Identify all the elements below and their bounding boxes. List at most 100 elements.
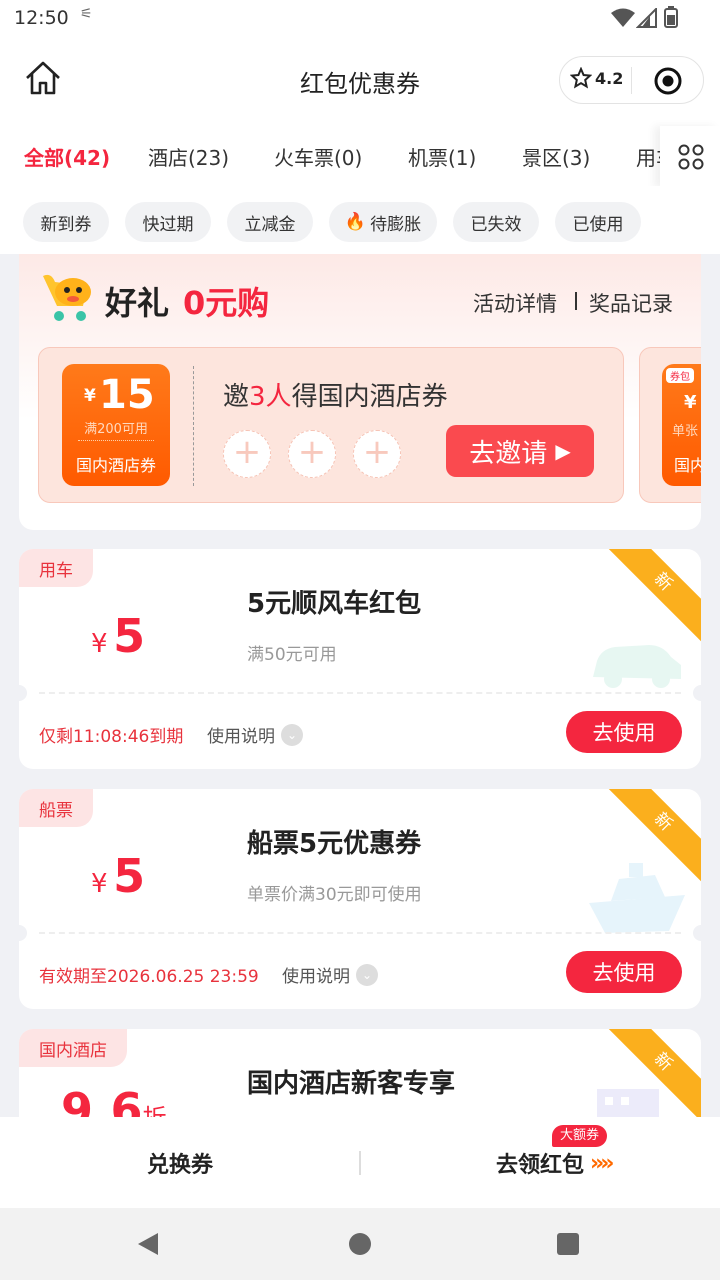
filter-chips: 新到券 快过期 立减金 🔥 待膨胀 已失效 已使用 — [0, 186, 720, 254]
invite-divider — [193, 366, 194, 486]
promo-title: 好礼 — [105, 284, 170, 322]
coupon-unit: 折 — [143, 1104, 167, 1117]
get-red-packet-button[interactable]: 去领红包 »» — [496, 1147, 615, 1179]
capsule-menu: 4.2 — [559, 56, 704, 104]
tab-train[interactable]: 火车票(0) — [274, 142, 362, 171]
coupon-tag: 国内酒店 — [19, 1029, 127, 1067]
prize-records-link[interactable]: 奖品记录 — [589, 288, 673, 318]
rating-button[interactable]: 4.2 — [570, 67, 623, 89]
ship-watermark-icon — [589, 863, 685, 933]
settings-status-icon: ⚟ — [80, 6, 93, 22]
use-button[interactable]: 去使用 — [566, 711, 682, 753]
mascot-cart-icon — [43, 274, 91, 321]
tabs-more-button[interactable] — [660, 126, 720, 188]
coupon-card[interactable]: 国内酒店 新 9.6折 国内酒店新客专享 — [19, 1029, 701, 1117]
filter-instant-discount[interactable]: 立减金 — [227, 202, 313, 242]
ticket-divider — [78, 440, 154, 441]
invite-suffix: 得国内酒店券 — [291, 382, 448, 412]
invite-slot-add[interactable]: + — [353, 430, 401, 478]
ticket-pack-tag: 券包 — [666, 368, 694, 383]
ticket-name: 国内酒店券 — [75, 456, 156, 475]
next-invite-card[interactable]: 券包 ¥ 单张 国内 — [639, 347, 701, 503]
category-tabs: 全部(42) 酒店(23) 火车票(0) 机票(1) 景区(3) 用车 — [0, 126, 720, 188]
signal-icon — [636, 8, 657, 28]
card-divider — [39, 692, 681, 694]
coupon-currency: ¥ — [91, 629, 108, 659]
invite-slot-add[interactable]: + — [288, 430, 336, 478]
invite-button-label: 去邀请 — [469, 438, 548, 469]
invite-button[interactable]: 去邀请 ▶ — [446, 425, 594, 477]
invite-text: 邀3人得国内酒店券 — [223, 376, 448, 413]
tab-flight[interactable]: 机票(1) — [408, 142, 476, 171]
chevron-down-icon: ⌄ — [281, 723, 303, 746]
coupon-currency: ¥ — [91, 869, 108, 899]
coupon-subtitle: 满50元可用 — [247, 645, 337, 665]
coupon-amount: 5 — [113, 849, 146, 903]
filter-new[interactable]: 新到券 — [23, 202, 109, 242]
coupon-title: 5元顺风车红包 — [247, 589, 422, 619]
filter-expiring[interactable]: 快过期 — [125, 202, 211, 242]
invite-slot-add[interactable]: + — [223, 430, 271, 478]
big-coupon-badge: 大额券 — [552, 1125, 608, 1147]
usage-label: 使用说明 — [207, 727, 275, 747]
coupon-card[interactable]: 用车 新 ¥ 5 5元顺风车红包 满50元可用 仅剩11:08:46到期 使用说… — [19, 549, 701, 769]
play-arrow-icon: ▶ — [555, 439, 571, 463]
hotel-coupon-ticket: ¥ 15 满200可用 国内酒店券 — [62, 364, 170, 486]
wifi-icon — [611, 8, 635, 27]
status-time: 12:50 — [14, 7, 69, 29]
ticket-condition: 满200可用 — [84, 422, 148, 437]
coupon-expiry: 有效期至2026.06.25 23:59 — [39, 967, 259, 987]
nav-bar: 红包优惠券 4.2 — [0, 36, 720, 126]
chevrons-right-icon: »» — [590, 1150, 615, 1176]
ticket-amount: 15 — [99, 372, 155, 418]
coupon-price: ¥ 5 — [91, 849, 145, 903]
link-divider — [575, 292, 577, 310]
tab-all[interactable]: 全部(42) — [24, 142, 110, 171]
star-icon — [570, 67, 592, 89]
invite-count: 3人 — [249, 382, 292, 412]
usage-label: 使用说明 — [282, 967, 350, 987]
next-coupon-ticket: 券包 ¥ 单张 国内 — [662, 364, 701, 486]
chevron-down-icon: ⌄ — [356, 963, 378, 986]
coupon-tag: 船票 — [19, 789, 93, 827]
activity-details-link[interactable]: 活动详情 — [473, 288, 557, 318]
coupon-amount: 5 — [113, 609, 146, 663]
system-nav-bar — [0, 1208, 720, 1280]
usage-instructions[interactable]: 使用说明 ⌄ — [207, 722, 303, 747]
exchange-coupon-button[interactable]: 兑换券 — [0, 1147, 360, 1179]
grid-menu-icon — [678, 144, 704, 170]
tab-scenic[interactable]: 景区(3) — [522, 142, 590, 171]
invite-card: ¥ 15 满200可用 国内酒店券 邀3人得国内酒店券 + + + 去邀请 ▶ — [38, 347, 624, 503]
coupon-subtitle: 单票价满30元即可使用 — [247, 885, 422, 905]
hotel-watermark-icon — [597, 1089, 659, 1117]
card-notch — [19, 925, 27, 941]
next-ticket-condition: 单张 — [672, 424, 699, 439]
usage-instructions[interactable]: 使用说明 ⌄ — [282, 962, 378, 987]
battery-icon — [664, 6, 678, 28]
get-red-label: 去领红包 — [496, 1153, 585, 1178]
next-ticket-name: 国内 — [674, 456, 701, 475]
car-watermark-icon — [593, 645, 681, 688]
use-button[interactable]: 去使用 — [566, 951, 682, 993]
tab-hotel[interactable]: 酒店(23) — [148, 142, 229, 171]
coupon-discount: 9.6折 — [61, 1083, 167, 1117]
fire-icon: 🔥 — [344, 212, 367, 232]
promo-banner: 好礼 0元购 活动详情 奖品记录 ¥ 15 满200可用 国内酒店券 邀3人得国… — [19, 254, 701, 530]
bottom-bar: 兑换券 去领红包 »» 大额券 — [0, 1117, 720, 1208]
filter-to-expand-label: 待膨胀 — [370, 214, 422, 235]
back-icon[interactable] — [136, 1231, 160, 1257]
filter-to-expand[interactable]: 🔥 待膨胀 — [329, 202, 437, 242]
tab-car[interactable]: 用车 — [636, 146, 660, 170]
target-icon[interactable] — [654, 67, 682, 95]
card-divider — [39, 932, 681, 934]
filter-invalid[interactable]: 已失效 — [453, 202, 539, 242]
coupon-card[interactable]: 船票 新 ¥ 5 船票5元优惠券 单票价满30元即可使用 有效期至2026.06… — [19, 789, 701, 1009]
card-notch — [19, 685, 27, 701]
recents-icon[interactable] — [556, 1232, 580, 1256]
ticket-currency: ¥ — [84, 386, 96, 406]
filter-used[interactable]: 已使用 — [555, 202, 641, 242]
coupon-tag: 用车 — [19, 549, 93, 587]
home-circle-icon[interactable] — [348, 1232, 372, 1256]
next-ticket-currency: ¥ — [684, 392, 697, 413]
card-notch — [693, 685, 701, 701]
